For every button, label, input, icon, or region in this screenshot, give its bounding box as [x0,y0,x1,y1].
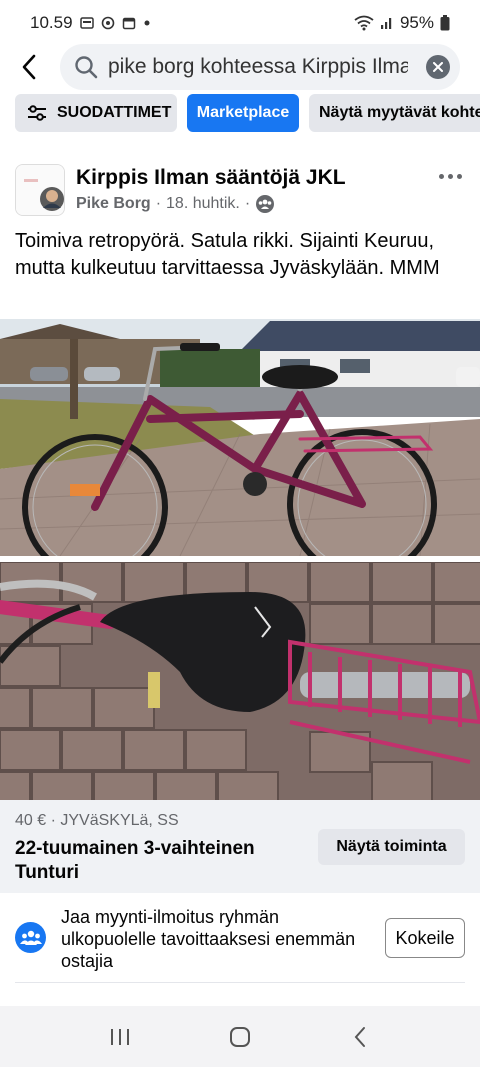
signal-icon [380,18,392,29]
recent-apps-button[interactable] [90,1017,150,1057]
share-prompt-text: Jaa myynti-ilmoitus ryhmän ulkopuolelle … [61,907,356,971]
share-prompt: Jaa myynti-ilmoitus ryhmän ulkopuolelle … [0,894,480,984]
status-bar: 10.59 95% [0,0,480,46]
clear-search-button[interactable] [426,55,450,79]
back-button[interactable] [0,44,58,90]
sliders-icon [28,105,46,121]
more-options-button[interactable] [435,166,465,186]
more-dot [456,173,462,179]
search-row: pike borg kohteessa Kirppis Ilman [0,44,480,90]
post-text: Toimiva retropyörä. Satula rikki. Sijain… [15,230,440,279]
post-meta: Pike Borg · 18. huhtik. · [76,194,275,214]
filters-label: SUODATTIMET [57,104,172,121]
bike-photo-2-image [0,562,480,800]
author-name[interactable]: Pike Borg [76,195,151,213]
avatar-image [16,165,64,215]
filters-chip[interactable]: SUODATTIMET [15,94,177,132]
system-back-button[interactable] [330,1017,390,1057]
group-icon [256,195,275,213]
filter-chips: SUODATTIMET Marketplace Näytä myytävät k… [0,94,480,132]
group-name[interactable]: Kirppis Ilman sääntöjä JKL [76,166,346,190]
gallery-icon [79,17,94,29]
post-header: Kirppis Ilman sääntöjä JKL Pike Borg · 1… [15,162,465,222]
more-dot [447,173,453,179]
post-date[interactable]: 18. huhtik. [166,195,240,213]
show-sold-chip[interactable]: Näytä myytävät kohteet [309,94,480,132]
group-avatar[interactable] [15,164,65,216]
listing-title: 22-tuumainen 3-vaihteinen Tunturi [15,838,255,883]
bike-photo-1[interactable] [0,319,480,556]
chevron-left-icon [354,1026,365,1047]
divider [15,982,465,983]
home-icon [230,1026,250,1047]
bike-photo-1-image [0,319,480,556]
more-dot [438,173,444,179]
meta-separator: · [155,195,162,212]
back-arrow-icon [22,54,36,80]
search-query: pike borg kohteessa Kirppis Ilman [108,55,408,78]
battery-icon [440,15,450,31]
marketplace-chip[interactable]: Marketplace [187,94,299,132]
search-input[interactable]: pike borg kohteessa Kirppis Ilman [60,44,460,90]
close-icon [433,62,443,72]
status-time: 10.59 [30,13,73,32]
try-button[interactable]: Kokeile [385,918,465,958]
group-share-icon [15,922,46,953]
dot-icon [144,20,150,26]
show-action-button[interactable]: Näytä toiminta [318,829,465,865]
calendar-icon [122,17,135,30]
listing-card[interactable]: 40 € · JYVäSKYLä, SS 22-tuumainen 3-vaih… [0,800,480,893]
meta-separator-2: · [244,195,251,212]
system-nav-bar [0,1006,480,1067]
messenger-icon [101,16,114,30]
home-button[interactable] [210,1017,270,1057]
people-icon [19,930,42,945]
recent-apps-icon [111,1028,129,1045]
bike-photo-2[interactable] [0,562,480,800]
battery-percent: 95% [399,13,434,32]
search-icon [75,56,98,79]
wifi-icon [354,15,374,31]
price-location: 40 € · JYVäSKYLä, SS [15,812,179,829]
